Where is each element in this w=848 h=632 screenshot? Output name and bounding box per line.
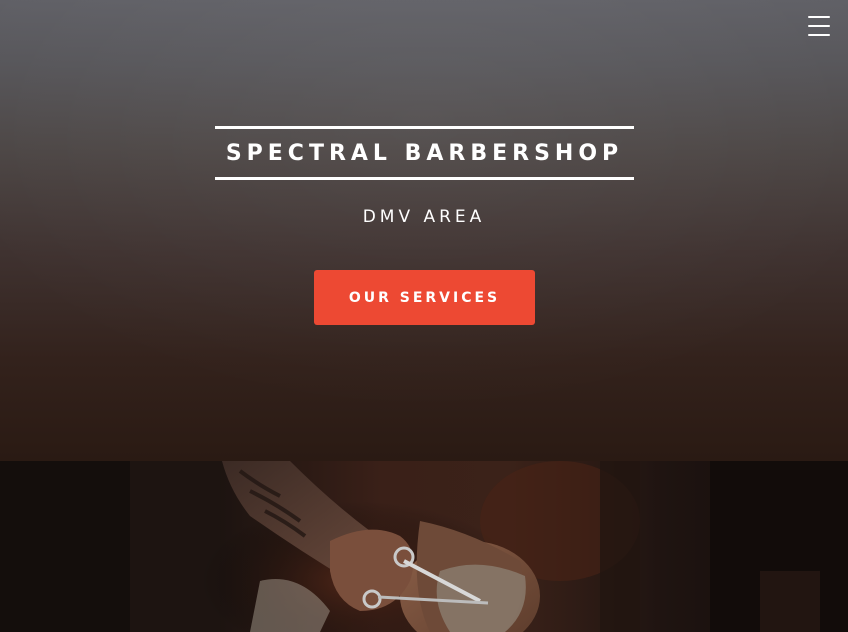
page: SPECTRAL BARBERSHOP DMV AREA OUR SERVICE… bbox=[0, 0, 848, 632]
barber-photo-illustration bbox=[0, 461, 848, 632]
site-title-frame: SPECTRAL BARBERSHOP bbox=[215, 126, 634, 180]
hamburger-menu-icon[interactable] bbox=[808, 16, 830, 36]
our-services-button[interactable]: OUR SERVICES bbox=[314, 270, 535, 325]
site-title: SPECTRAL BARBERSHOP bbox=[225, 140, 624, 166]
site-subtitle: DMV AREA bbox=[362, 207, 486, 227]
barber-trimming-beard-image bbox=[0, 461, 848, 632]
hero-banner: SPECTRAL BARBERSHOP DMV AREA OUR SERVICE… bbox=[0, 0, 848, 461]
